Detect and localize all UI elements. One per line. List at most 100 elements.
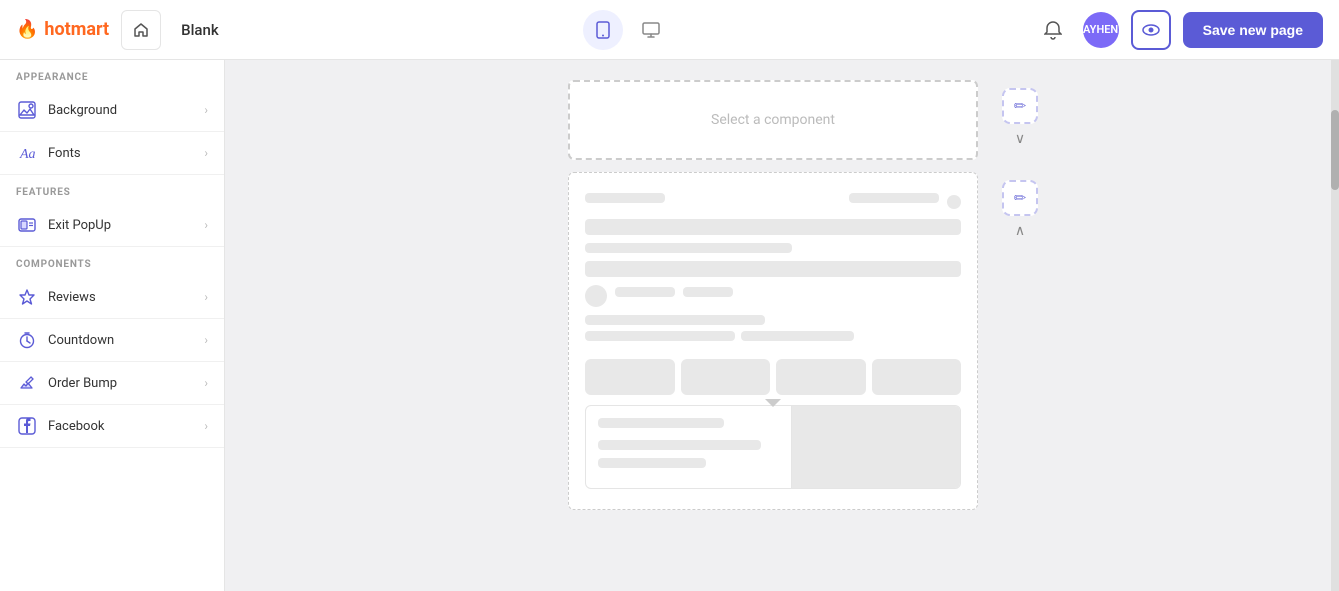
edit-pencil-icon-2: ✏ [1014, 189, 1027, 207]
fonts-chevron: › [204, 146, 208, 160]
countdown-chevron: › [204, 333, 208, 347]
skel-header-right [849, 193, 939, 203]
sidebar-item-exit-popup[interactable]: Exit PopUp › [0, 204, 224, 247]
mobile-icon [595, 21, 611, 39]
sidebar-item-fonts[interactable]: Aa Fonts › [0, 132, 224, 175]
facebook-label: Facebook [48, 419, 104, 434]
fonts-icon: Aa [16, 142, 38, 164]
chevron-down-icon-1: ∨ [1015, 130, 1025, 146]
preview-button[interactable] [1131, 10, 1171, 50]
countdown-icon [16, 329, 38, 351]
topbar: 🔥 hotmart Blank [0, 0, 1339, 60]
main-area: APPEARANCE Background › Aa [0, 60, 1339, 591]
order-bump-chevron: › [204, 376, 208, 390]
sidebar-item-background[interactable]: Background › [0, 89, 224, 132]
edit-button-2[interactable]: ✏ [1002, 180, 1038, 216]
background-label: Background [48, 103, 117, 118]
fold-mark [765, 399, 781, 407]
topbar-left: 🔥 hotmart Blank [16, 10, 219, 50]
skel-header-left [585, 193, 665, 203]
edit-pencil-icon-1: ✏ [1014, 97, 1027, 115]
order-bump-icon [16, 372, 38, 394]
order-bump-label: Order Bump [48, 376, 117, 391]
components-section-label: COMPONENTS [0, 247, 224, 276]
background-icon [16, 99, 38, 121]
desktop-icon [642, 22, 660, 38]
content-card-wrapper: ✏ ∧ [568, 172, 988, 510]
lower-left [586, 406, 792, 488]
notifications-button[interactable] [1035, 12, 1071, 48]
background-chevron: › [204, 103, 208, 117]
skel-mini-1 [585, 331, 735, 341]
home-icon [133, 22, 149, 38]
reviews-label: Reviews [48, 290, 96, 305]
skel-btn-4 [872, 359, 962, 395]
sidebar-item-facebook[interactable]: Facebook › [0, 405, 224, 448]
fonts-label: Fonts [48, 146, 81, 161]
skel-circle [585, 285, 607, 307]
mobile-device-button[interactable] [583, 10, 623, 50]
skel-mini-row [585, 331, 961, 349]
skel-lower-2 [598, 440, 761, 450]
sidebar: APPEARANCE Background › Aa [0, 60, 225, 591]
edit-button-1[interactable]: ✏ [1002, 88, 1038, 124]
select-component-placeholder: Select a component [568, 80, 978, 160]
topbar-right: AYHEN Save new page [1035, 10, 1323, 50]
sidebar-item-countdown[interactable]: Countdown › [0, 319, 224, 362]
avatar[interactable]: AYHEN [1083, 12, 1119, 48]
lower-section-wrapper [585, 405, 961, 489]
skel-btn-2 [681, 359, 771, 395]
reviews-icon [16, 286, 38, 308]
exit-popup-label: Exit PopUp [48, 218, 111, 233]
skel-btn-1 [585, 359, 675, 395]
skel-bar-4 [585, 315, 765, 325]
collapse-button-1[interactable]: ∨ [1015, 130, 1025, 147]
desktop-device-button[interactable] [631, 10, 671, 50]
logo-name: hotmart [44, 19, 109, 40]
facebook-chevron: › [204, 419, 208, 433]
edit-float-1: ✏ ∨ [1002, 88, 1038, 147]
canvas-area: Select a component ✏ ∨ [225, 60, 1331, 591]
logo: 🔥 hotmart [16, 19, 109, 40]
placeholder-block-wrapper: Select a component ✏ ∨ [568, 80, 988, 160]
exit-popup-chevron: › [204, 218, 208, 232]
canvas-scrollbar[interactable] [1331, 60, 1339, 591]
sidebar-item-order-bump[interactable]: Order Bump › [0, 362, 224, 405]
skel-lower-3 [598, 458, 706, 468]
lower-section [585, 405, 961, 489]
skel-bar-1 [585, 219, 961, 235]
lower-right [792, 406, 960, 488]
exit-popup-icon [16, 214, 38, 236]
edit-float-2: ✏ ∧ [1002, 180, 1038, 239]
chevron-up-icon: ∧ [1015, 222, 1025, 238]
topbar-center [583, 10, 671, 50]
features-section-label: FEATURES [0, 175, 224, 204]
skel-btn-3 [776, 359, 866, 395]
save-new-page-button[interactable]: Save new page [1183, 12, 1323, 48]
skel-dot [947, 195, 961, 209]
facebook-icon [16, 415, 38, 437]
eye-icon [1142, 24, 1160, 36]
skel-row-with-circle [585, 285, 961, 307]
skel-bar-2 [585, 243, 792, 253]
svg-text:Aa: Aa [19, 147, 36, 162]
expand-button-2[interactable]: ∧ [1015, 222, 1025, 239]
placeholder-text: Select a component [711, 112, 835, 128]
reviews-chevron: › [204, 290, 208, 304]
page-title: Blank [181, 21, 219, 39]
logo-flame: 🔥 [16, 19, 38, 40]
appearance-section-label: APPEARANCE [0, 60, 224, 89]
countdown-label: Countdown [48, 333, 114, 348]
bell-icon [1044, 20, 1062, 40]
home-tab-button[interactable] [121, 10, 161, 50]
skel-mini-2 [741, 331, 854, 341]
skel-bar-3 [585, 261, 961, 277]
card-header-row [585, 193, 961, 211]
skel-inline-1 [615, 287, 675, 297]
skel-btn-row [585, 359, 961, 395]
skel-inline-2 [683, 287, 733, 297]
skel-lower-1 [598, 418, 724, 428]
sidebar-item-reviews[interactable]: Reviews › [0, 276, 224, 319]
canvas-scrollbar-thumb[interactable] [1331, 110, 1339, 190]
content-card [568, 172, 978, 510]
